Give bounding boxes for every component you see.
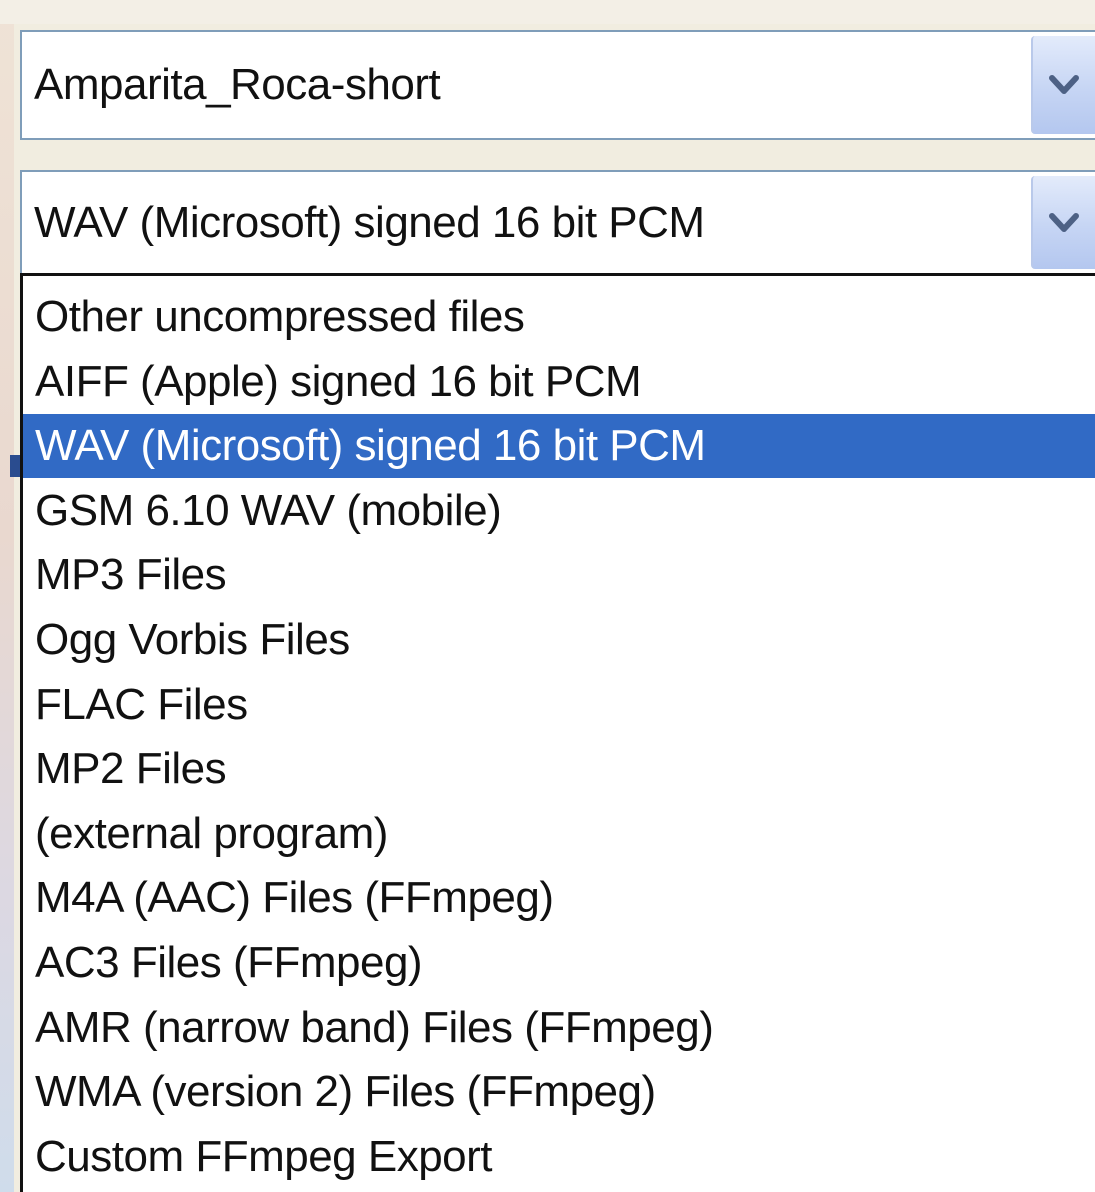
dropdown-option[interactable]: WMA (version 2) Files (FFmpeg) [23,1060,1095,1124]
project-dropdown-button[interactable] [1031,36,1095,134]
format-dropdown-button[interactable] [1031,176,1095,269]
format-combobox[interactable]: WAV (Microsoft) signed 16 bit PCM [20,170,1095,275]
dropdown-option[interactable]: WAV (Microsoft) signed 16 bit PCM [23,414,1095,479]
dropdown-option[interactable]: AC3 Files (FFmpeg) [23,931,1095,995]
project-name-combobox[interactable]: Amparita_Roca-short [20,30,1095,140]
dropdown-option[interactable]: FLAC Files [23,673,1095,737]
project-name-value: Amparita_Roca-short [34,60,441,109]
window-edge [0,0,14,1192]
dropdown-option[interactable]: AIFF (Apple) signed 16 bit PCM [23,350,1095,414]
format-dropdown-list[interactable]: Other uncompressed files AIFF (Apple) sig… [20,273,1095,1192]
dropdown-option[interactable]: Ogg Vorbis Files [23,608,1095,672]
window-top-edge [0,0,1095,24]
format-value: WAV (Microsoft) signed 16 bit PCM [34,197,705,247]
dropdown-option[interactable]: AMR (narrow band) Files (FFmpeg) [23,996,1095,1060]
dropdown-option[interactable]: M4A (AAC) Files (FFmpeg) [23,866,1095,930]
dropdown-option[interactable]: (external program) [23,802,1095,866]
chevron-down-icon [1049,212,1079,232]
dropdown-option[interactable]: Other uncompressed files [23,285,1095,349]
dropdown-option[interactable]: Custom FFmpeg Export [23,1125,1095,1189]
dropdown-option[interactable]: GSM 6.10 WAV (mobile) [23,479,1095,543]
chevron-down-icon [1049,75,1079,94]
dropdown-option[interactable]: MP2 Files [23,737,1095,801]
dropdown-option[interactable]: MP3 Files [23,543,1095,607]
